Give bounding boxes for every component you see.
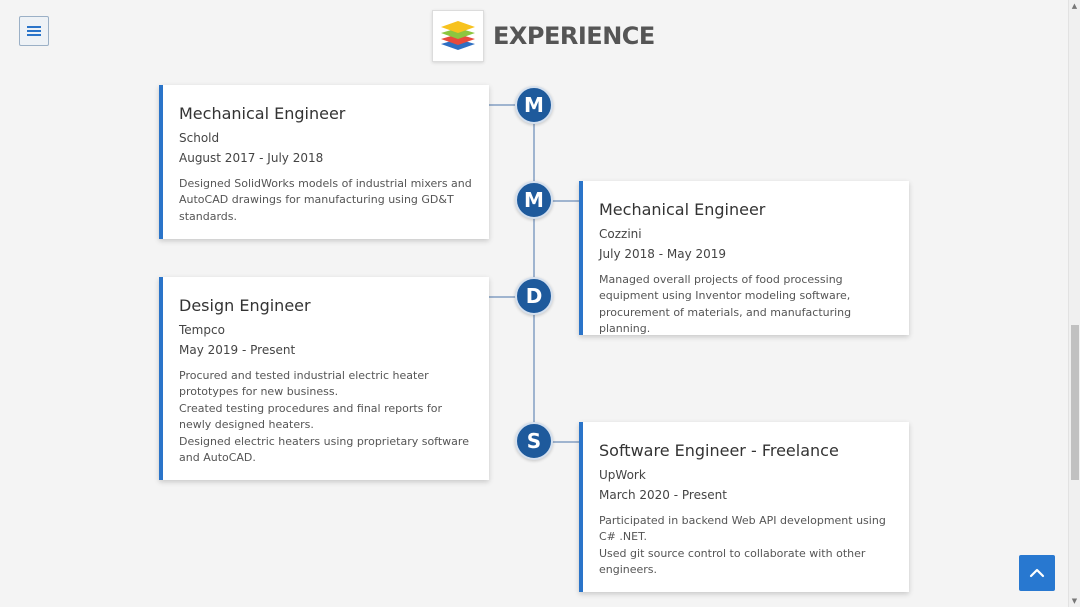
timeline-node: M xyxy=(515,86,553,124)
experience-card: Design Engineer Tempco May 2019 - Presen… xyxy=(159,277,489,480)
timeline-node: M xyxy=(515,181,553,219)
timeline-node: D xyxy=(515,277,553,315)
experience-card: Mechanical Engineer Schold August 2017 -… xyxy=(159,85,489,239)
scroll-up-arrow-icon[interactable]: ▲ xyxy=(1069,0,1080,12)
description-line: Designed electric heaters using propriet… xyxy=(179,434,469,465)
chevron-up-icon xyxy=(1029,568,1045,578)
timeline-node: S xyxy=(515,422,553,460)
timeline-connector xyxy=(550,441,580,443)
experience-card: Mechanical Engineer Cozzini July 2018 - … xyxy=(579,181,909,335)
description-line: Created testing procedures and final rep… xyxy=(179,401,443,432)
job-title: Design Engineer xyxy=(179,296,311,315)
job-dates: May 2019 - Present xyxy=(179,343,296,357)
layers-stack-icon xyxy=(432,10,484,62)
job-description: Procured and tested industrial electric … xyxy=(179,368,475,466)
description-line: Used git source control to collaborate w… xyxy=(599,546,866,577)
job-title: Mechanical Engineer xyxy=(599,200,766,219)
job-title: Software Engineer - Freelance xyxy=(599,441,839,460)
vertical-scrollbar[interactable]: ▲ ▼ xyxy=(1068,0,1080,607)
page-title: EXPERIENCE xyxy=(493,22,655,50)
company-name: UpWork xyxy=(599,468,646,482)
scrollbar-thumb[interactable] xyxy=(1071,325,1079,480)
scroll-down-arrow-icon[interactable]: ▼ xyxy=(1069,595,1080,607)
job-description: Managed overall projects of food process… xyxy=(599,272,895,338)
experience-card: Software Engineer - Freelance UpWork Mar… xyxy=(579,422,909,592)
company-name: Cozzini xyxy=(599,227,642,241)
back-to-top-button[interactable] xyxy=(1019,555,1055,591)
company-name: Schold xyxy=(179,131,220,145)
hamburger-menu-icon xyxy=(27,24,41,38)
job-dates: July 2018 - May 2019 xyxy=(599,247,727,261)
job-dates: August 2017 - July 2018 xyxy=(179,151,324,165)
description-line: Managed overall projects of food process… xyxy=(599,273,852,336)
job-description: Designed SolidWorks models of industrial… xyxy=(179,176,475,225)
job-dates: March 2020 - Present xyxy=(599,488,727,502)
description-line: Procured and tested industrial electric … xyxy=(179,369,429,399)
description-line: Designed SolidWorks models of industrial… xyxy=(179,177,472,223)
menu-button[interactable] xyxy=(19,16,49,46)
job-title: Mechanical Engineer xyxy=(179,104,346,123)
page: EXPERIENCE M M D S Mechanical Engineer S… xyxy=(0,0,1080,607)
section-header: EXPERIENCE xyxy=(432,10,655,62)
description-line: Participated in backend Web API developm… xyxy=(599,514,886,544)
company-name: Tempco xyxy=(179,323,225,337)
timeline-line xyxy=(533,104,535,442)
timeline-connector xyxy=(550,200,580,202)
job-description: Participated in backend Web API developm… xyxy=(599,513,895,579)
